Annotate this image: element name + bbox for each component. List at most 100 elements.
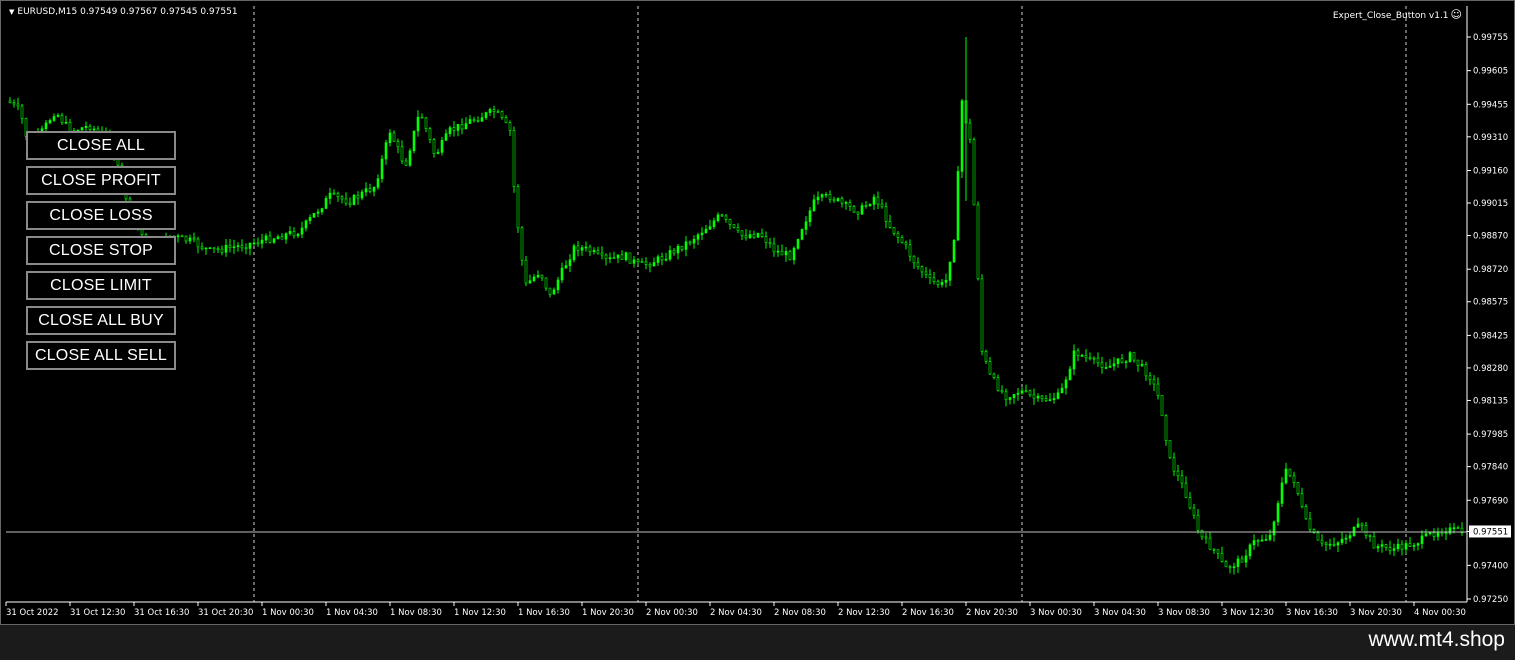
candle-body: [392, 132, 396, 142]
candle-body: [56, 115, 60, 117]
candle-body: [88, 125, 92, 130]
candle-body: [540, 274, 544, 279]
candle-body: [584, 246, 588, 249]
candle-body: [236, 245, 240, 247]
candle-body: [324, 198, 328, 209]
candle-body: [276, 236, 280, 240]
time-label: 1 Nov 20:30: [582, 608, 634, 618]
close-profit-button[interactable]: CLOSE PROFIT: [26, 166, 176, 195]
candle-body: [1288, 468, 1292, 477]
candle-body: [496, 111, 500, 113]
candle-body: [1420, 535, 1424, 544]
candle-body: [752, 234, 756, 238]
candle-body: [356, 194, 360, 199]
candle-body: [436, 151, 440, 154]
price-chart[interactable]: 0.99755 0.99605 0.99455 0.99310 0.99160 0.990…: [1, 1, 1515, 626]
candle-body: [1184, 482, 1188, 498]
candle-body: [880, 203, 884, 208]
price-label: 0.97400: [1473, 561, 1508, 571]
candle-body: [428, 128, 432, 140]
close-limit-button[interactable]: CLOSE LIMIT: [26, 271, 176, 300]
close-all-button[interactable]: CLOSE ALL: [26, 131, 176, 160]
candle-body: [396, 140, 400, 148]
candle-body: [1240, 558, 1244, 563]
candle-body: [1396, 543, 1400, 549]
close-all-sell-button[interactable]: CLOSE ALL SELL: [26, 341, 176, 370]
candle-body: [768, 242, 772, 245]
candle-body: [364, 188, 368, 193]
candle-body: [476, 120, 480, 122]
candle-body: [844, 202, 848, 204]
candle-body: [740, 230, 744, 237]
candle-body: [308, 217, 312, 221]
candle-body: [1344, 537, 1348, 540]
candle-body: [840, 198, 844, 204]
candle-body: [1048, 399, 1052, 402]
candle-body: [1004, 391, 1008, 400]
candle-body: [536, 274, 540, 278]
candle-body: [1424, 533, 1428, 537]
candle-body: [780, 250, 784, 256]
candle-body: [284, 233, 288, 240]
expert-label: Expert_Close_Button v1.1 ☺: [1333, 8, 1462, 21]
price-label: 0.97250: [1473, 595, 1508, 605]
candle-body: [340, 196, 344, 200]
candle-body: [516, 186, 520, 229]
candle-body: [456, 124, 460, 131]
candle-body: [1232, 566, 1236, 569]
price-label: 0.99755: [1473, 33, 1508, 43]
candle-body: [252, 242, 256, 245]
candle-body: [896, 233, 900, 238]
candle-body: [1268, 534, 1272, 540]
chart-window[interactable]: 0.99755 0.99605 0.99455 0.99310 0.99160 0.990…: [0, 0, 1515, 625]
close-all-buy-button[interactable]: CLOSE ALL BUY: [26, 306, 176, 335]
candle-body: [444, 133, 448, 141]
candle-body: [932, 277, 936, 282]
caret-down-icon[interactable]: ▼: [9, 8, 14, 16]
candle-body: [348, 202, 352, 205]
candle-body: [900, 237, 904, 243]
candle-body: [904, 242, 908, 246]
candle-body: [776, 250, 780, 253]
candle-body: [624, 252, 628, 261]
candle-body: [400, 146, 404, 162]
price-label: 0.99160: [1473, 166, 1508, 176]
candle-body: [352, 194, 356, 205]
candle-body: [180, 235, 184, 238]
candle-body: [176, 235, 180, 238]
candle-body: [224, 244, 228, 253]
candle-body: [916, 262, 920, 267]
candle-body: [1372, 536, 1376, 549]
candle-body: [388, 132, 392, 143]
close-stop-button[interactable]: CLOSE STOP: [26, 236, 176, 265]
candle-body: [1104, 367, 1108, 369]
time-label: 1 Nov 00:30: [262, 608, 314, 618]
symbol-info: ▼ EURUSD,M15 0.97549 0.97567 0.97545 0.97…: [9, 7, 238, 17]
candle-body: [1012, 394, 1016, 398]
footer-bar: www.mt4.shop: [0, 625, 1515, 660]
candle-body: [1316, 532, 1320, 541]
candle-body: [944, 279, 948, 283]
candle-body: [216, 248, 220, 251]
candle-body: [1124, 361, 1128, 364]
candle-body: [868, 204, 872, 206]
candle-body: [772, 243, 776, 253]
candle-body: [888, 221, 892, 228]
close-loss-button[interactable]: CLOSE LOSS: [26, 201, 176, 230]
candle-body: [304, 220, 308, 229]
candle-body: [376, 178, 380, 188]
candle-body: [192, 237, 196, 240]
time-label: 31 Oct 16:30: [134, 608, 189, 618]
candle-body: [1276, 503, 1280, 523]
candle-body: [1108, 365, 1112, 368]
candle-body: [292, 231, 296, 237]
candle-body: [1128, 352, 1132, 363]
candle-body: [564, 265, 568, 269]
time-label: 31 Oct 2022: [6, 608, 59, 618]
candle-body: [800, 229, 804, 240]
candle-body: [512, 130, 516, 187]
candle-body: [1120, 358, 1124, 363]
price-label: 0.98575: [1473, 298, 1508, 308]
candle-body: [884, 206, 888, 222]
candle-body: [720, 214, 724, 217]
